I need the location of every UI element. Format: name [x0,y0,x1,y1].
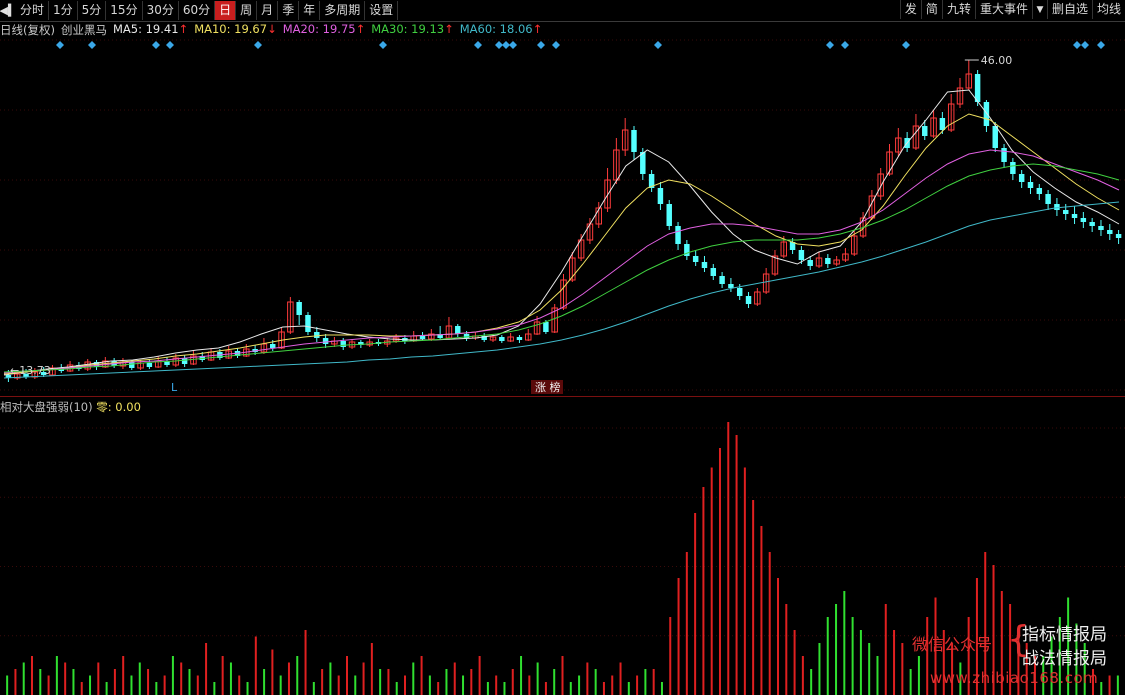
signal-diamond-15 [902,41,910,49]
candle-down [728,284,734,288]
signal-diamond-1 [88,41,96,49]
candle-down [675,226,681,244]
candle-down [1001,148,1007,162]
candle-down [719,276,725,284]
signal-diamond-2 [152,41,160,49]
low-label: ←13.73 [10,364,51,377]
candle-down [1018,174,1025,182]
signal-diamond-8 [502,41,510,49]
candle-down [701,262,708,268]
signal-diamond-17 [1081,41,1089,49]
candle-down [1010,162,1016,174]
candle-down [340,341,346,347]
signal-diamond-10 [537,41,545,49]
signal-diamond-14 [841,41,849,49]
signal-diamond-6 [474,41,482,49]
ma-line-ma10 [3,113,1120,375]
candle-down [314,332,320,338]
candle-down [1054,204,1060,210]
signal-diamond-5 [379,41,387,49]
candle-down [974,74,981,102]
candle-down [270,344,276,348]
candle-down [516,337,523,340]
marker-limit-up: 涨 榜 [535,380,561,394]
marker-l: L [171,381,178,394]
candle-down [657,188,664,204]
candle-down [992,126,998,148]
signal-diamond-11 [552,41,560,49]
candle-down [419,336,426,339]
candle-down [322,338,329,344]
candle-down [1045,194,1051,204]
candle-down [825,258,831,264]
candle-down [1107,230,1113,234]
watermark-line-a: 微信公众号 [912,635,993,654]
candle-down [666,204,672,226]
indicator-legend: 相对大盘强弱(10) 零: 0.00 [0,399,141,415]
candle-down [798,250,805,260]
candle-down [1036,188,1043,194]
candle-down [499,337,505,341]
candle-down [692,256,699,262]
signal-diamond-16 [1073,41,1081,49]
candle-down [181,358,188,364]
signal-diamond-7 [495,41,503,49]
candle-down [922,126,928,136]
candle-down [129,362,135,368]
candle-down [1071,214,1078,218]
candle-down [1062,210,1069,214]
candle-down [983,102,990,126]
candle-down [146,363,153,367]
candle-down [455,326,461,334]
candle-down [1027,182,1034,188]
signal-diamond-0 [56,41,64,49]
signal-diamond-13 [826,41,834,49]
candle-down [305,315,311,332]
signal-diamond-3 [166,41,174,49]
signal-diamond-12 [654,41,662,49]
candle-down [745,296,752,304]
candle-down [807,260,813,266]
signal-diamond-18 [1097,41,1105,49]
signal-diamond-4 [254,41,262,49]
candle-down [631,130,637,152]
candle-down [543,322,549,332]
candle-down [1098,226,1104,230]
panel-divider [0,396,1125,397]
candle-down [1089,222,1095,226]
candle-down [736,288,743,296]
kline-chart[interactable]: 46.00 ←13.73 L 涨 榜 [0,0,1125,695]
watermark-line-c: 战法情报局 [1022,649,1107,669]
candle-down [710,268,717,276]
indicator-zero: 零: 0.00 [96,400,141,414]
watermark-url: www.zhibiao168.com [930,669,1099,687]
indicator-name: 相对大盘强弱(10) [0,400,93,414]
candle-down [1115,234,1122,238]
watermark-line-b: 指标情报局 [1022,625,1107,645]
high-label: 46.00 [981,54,1013,67]
signal-diamond-9 [509,41,517,49]
ma-line-ma30 [3,163,1120,373]
candle-down [939,118,946,130]
candle-down [296,302,302,315]
candle-down [1080,218,1087,222]
